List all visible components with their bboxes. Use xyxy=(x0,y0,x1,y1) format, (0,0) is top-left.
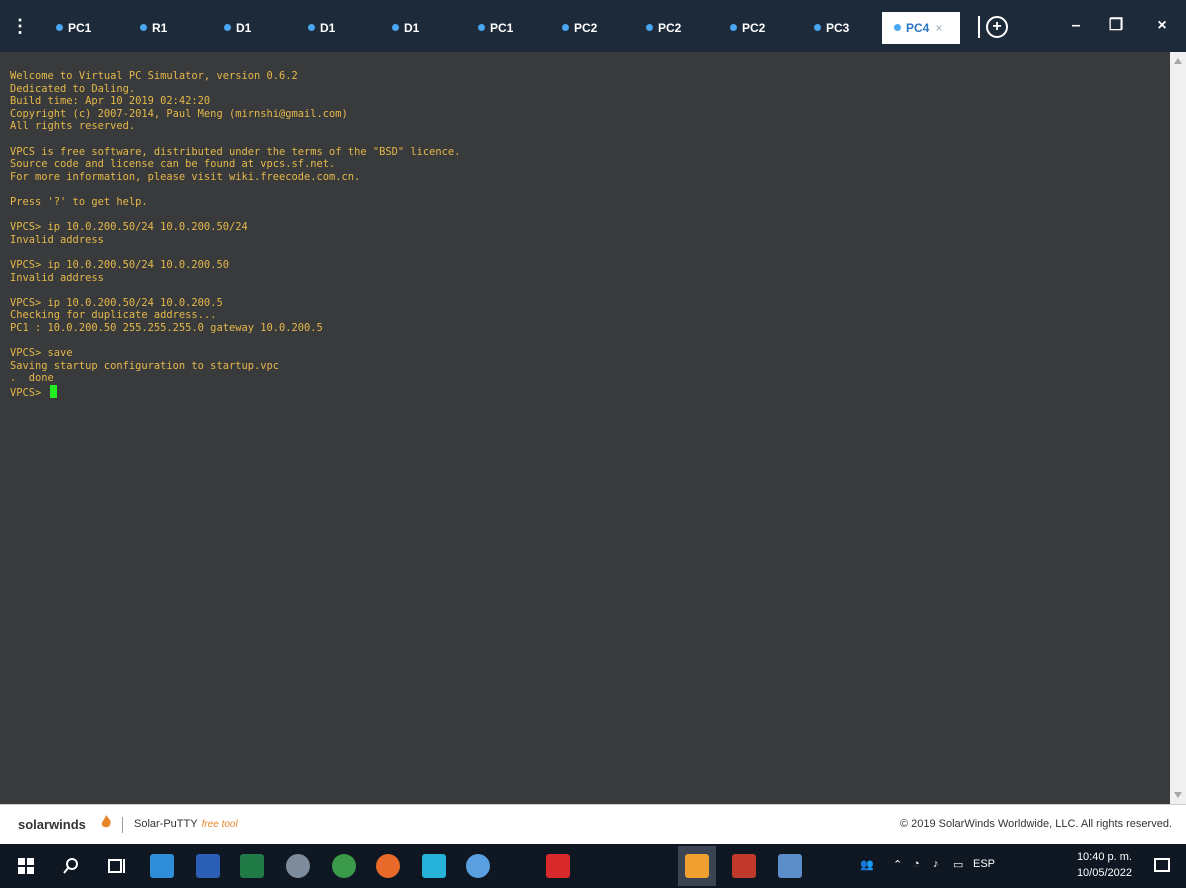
tab-label: PC2 xyxy=(742,21,766,35)
tab-label: PC4 xyxy=(906,21,930,35)
status-dot-icon xyxy=(308,24,315,32)
volume-icon[interactable]: ♪ xyxy=(933,858,939,870)
status-dot-icon xyxy=(646,24,653,32)
status-divider xyxy=(122,817,123,833)
scroll-down-icon[interactable] xyxy=(1174,792,1182,798)
solarwinds-flame-icon xyxy=(101,815,111,828)
tab-label: PC1 xyxy=(490,21,514,35)
word-icon[interactable] xyxy=(196,854,220,878)
status-dot-icon xyxy=(56,24,63,32)
status-dot-icon xyxy=(140,24,147,32)
status-dot-icon xyxy=(814,24,821,32)
status-dot-icon xyxy=(478,24,485,32)
tab-bar: ⋮ PC1 R1 D1 D1 D1 PC1 PC2 PC2 PC2 PC3 PC… xyxy=(0,0,1186,52)
windows-start-icon[interactable] xyxy=(18,858,34,874)
search-icon[interactable] xyxy=(62,857,80,875)
pdf-reader-icon[interactable] xyxy=(546,854,570,878)
status-dot-icon xyxy=(392,24,399,32)
notification-icon[interactable] xyxy=(1154,858,1170,872)
tab-pc1[interactable]: PC1 xyxy=(466,12,544,44)
add-tab-icon[interactable]: + xyxy=(986,16,1008,38)
tab-label: D1 xyxy=(320,21,336,35)
tab-label: R1 xyxy=(152,21,168,35)
tab-label: PC1 xyxy=(68,21,92,35)
tab-pc1[interactable]: PC1 xyxy=(44,12,122,44)
free-tool-label: free tool xyxy=(201,819,238,830)
status-dot-icon xyxy=(562,24,569,32)
terminal-cursor xyxy=(49,384,57,398)
tab-label: D1 xyxy=(236,21,252,35)
brand-logo: solarwinds xyxy=(18,817,86,832)
tab-d1[interactable]: D1 xyxy=(380,12,458,44)
status-dot-icon xyxy=(730,24,737,32)
pen-app-icon[interactable] xyxy=(778,854,802,878)
windows-taskbar: 👥 ⌃ ◔ ♪ ▭ ESP 10:40 p. m. 10/05/2022 xyxy=(0,844,1186,888)
terminal-prompt: VPCS> xyxy=(10,386,48,399)
network-app-icon[interactable] xyxy=(286,854,310,878)
people-icon[interactable]: 👥 xyxy=(860,858,874,871)
tab-pc4[interactable]: PC4 × xyxy=(882,12,960,44)
terminal-history: Welcome to Virtual PC Simulator, version… xyxy=(10,70,461,385)
terminal-pane[interactable]: Welcome to Virtual PC Simulator, version… xyxy=(0,52,1170,804)
close-window-icon[interactable]: × xyxy=(1150,14,1174,38)
tab-pc2[interactable]: PC2 xyxy=(634,12,712,44)
tab-label: PC3 xyxy=(826,21,850,35)
status-dot-icon xyxy=(894,24,901,32)
settings-app-icon[interactable] xyxy=(466,854,490,878)
tab-label: PC2 xyxy=(574,21,598,35)
copyright-text: © 2019 SolarWinds Worldwide, LLC. All ri… xyxy=(899,818,1172,830)
tab-pc2[interactable]: PC2 xyxy=(718,12,796,44)
excel-icon[interactable] xyxy=(240,854,264,878)
solar-putty-icon[interactable] xyxy=(685,854,709,878)
chrome-icon[interactable] xyxy=(332,854,356,878)
language-indicator[interactable]: ESP xyxy=(973,858,995,870)
firefox-icon[interactable] xyxy=(376,854,400,878)
task-view-icon[interactable] xyxy=(108,857,126,875)
file-explorer-icon[interactable] xyxy=(150,854,174,878)
tab-d1[interactable]: D1 xyxy=(296,12,374,44)
clock-date: 10/05/2022 xyxy=(1076,867,1132,879)
winrar-icon[interactable] xyxy=(732,854,756,878)
minimize-icon[interactable]: – xyxy=(1064,14,1088,38)
restore-icon[interactable]: ❐ xyxy=(1104,14,1128,38)
chevron-up-icon[interactable]: ⌃ xyxy=(893,858,902,871)
menu-kebab-icon[interactable]: ⋮ xyxy=(10,14,30,38)
tab-d1[interactable]: D1 xyxy=(212,12,290,44)
tab-r1[interactable]: R1 xyxy=(128,12,206,44)
clock[interactable]: 10:40 p. m. 10/05/2022 xyxy=(1077,849,1132,881)
virtual-app-icon[interactable] xyxy=(422,854,446,878)
tab-pc2[interactable]: PC2 xyxy=(550,12,628,44)
terminal-scrollbar[interactable] xyxy=(1170,52,1186,804)
clock-time: 10:40 p. m. xyxy=(1076,851,1132,863)
close-tab-icon[interactable]: × xyxy=(935,21,942,35)
tab-pc3[interactable]: PC3 xyxy=(802,12,880,44)
terminal-output: Welcome to Virtual PC Simulator, version… xyxy=(10,70,460,399)
wifi-icon[interactable]: ◔ xyxy=(913,858,920,870)
scroll-up-icon[interactable] xyxy=(1174,58,1182,64)
status-dot-icon xyxy=(224,24,231,32)
tab-label: D1 xyxy=(404,21,420,35)
tab-label: PC2 xyxy=(658,21,682,35)
product-label: Solar-PuTTY xyxy=(134,818,198,830)
status-bar: solarwinds Solar-PuTTY free tool © 2019 S… xyxy=(0,804,1186,844)
product-name: Solar-PuTTY free tool xyxy=(134,818,238,830)
tab-divider xyxy=(978,16,980,38)
battery-icon[interactable]: ▭ xyxy=(953,858,963,871)
